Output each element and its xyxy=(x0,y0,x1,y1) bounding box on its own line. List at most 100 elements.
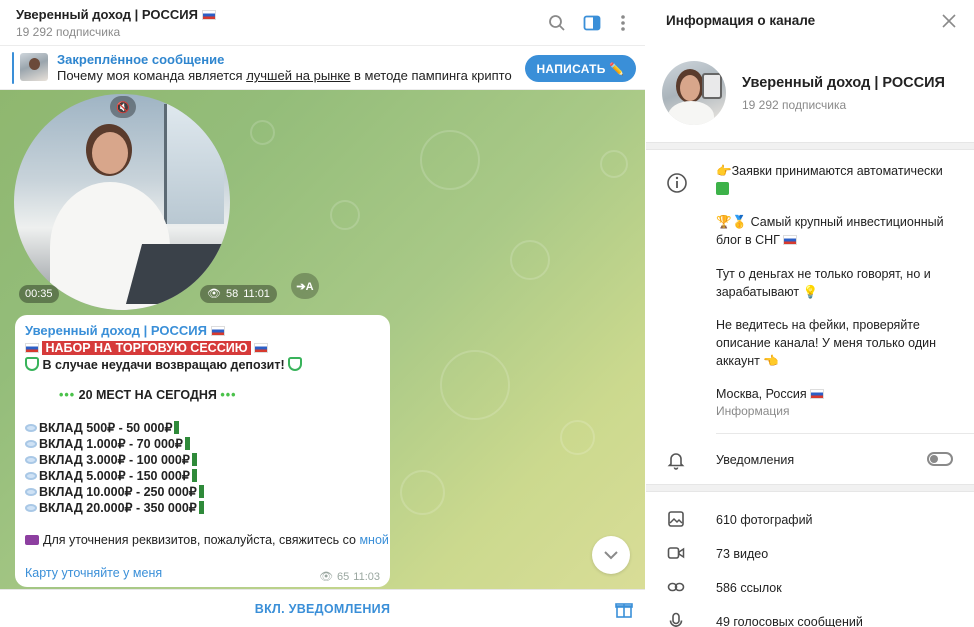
enable-notifications-button[interactable]: ВКЛ. УВЕДОМЛЕНИЯ xyxy=(0,590,645,627)
money-icon xyxy=(184,437,190,450)
ring-icon xyxy=(25,440,37,448)
description-line: зарабатывают 💡 xyxy=(716,285,819,299)
refund-line: В случае неудачи возвращаю депозит! xyxy=(25,357,303,372)
shield-icon xyxy=(288,357,303,371)
video-icon xyxy=(667,547,685,559)
money-icon xyxy=(198,485,204,498)
chat-subscribers: 19 292 подписчика xyxy=(16,25,121,39)
money-icon xyxy=(191,453,197,466)
media-voice-label: 49 голосовых сообщений xyxy=(716,615,863,627)
card-link[interactable]: Карту уточняйте у меня xyxy=(25,566,162,580)
pinned-title: Закреплённое сообщение xyxy=(57,52,225,67)
message-bubble[interactable]: Уверенный доход | РОССИЯ НАБОР НА ТОРГОВ… xyxy=(15,315,390,587)
channel-avatar[interactable] xyxy=(662,61,726,125)
translate-button[interactable]: ➔A xyxy=(291,273,319,299)
pinned-thumbnail xyxy=(20,53,48,81)
description-line: Не ведитесь на фейки, проверяйте xyxy=(716,318,920,332)
russia-flag-icon xyxy=(25,343,39,353)
toggle-knob xyxy=(930,455,938,463)
contact-line: Для уточнения реквизитов, пожалуйста, св… xyxy=(25,533,389,547)
media-photos-label: 610 фотографий xyxy=(716,513,813,527)
chat-title[interactable]: Уверенный доход | РОССИЯ xyxy=(16,7,216,22)
video-message[interactable] xyxy=(14,94,230,310)
russia-flag-icon xyxy=(254,343,269,353)
sidebar-toggle-icon[interactable] xyxy=(580,11,604,35)
checkmark-icon xyxy=(716,180,729,199)
shield-icon xyxy=(25,357,39,371)
divider xyxy=(716,433,974,434)
russia-flag-icon xyxy=(201,10,216,20)
photo-icon xyxy=(668,511,684,527)
ring-icon xyxy=(25,472,37,480)
media-links-row[interactable]: 586 ссылок xyxy=(646,570,974,604)
deposit-item: ВКЛАД 10.000₽ - 250 000₽ xyxy=(25,484,204,499)
mute-icon[interactable]: 🔇 xyxy=(110,96,136,118)
divider xyxy=(646,142,974,150)
video-duration: 00:35 xyxy=(19,285,59,303)
write-button[interactable]: НАПИСАТЬ ✏️ xyxy=(525,55,636,82)
pointing-hand-icon: 👈 xyxy=(763,354,779,368)
notifications-label: Уведомления xyxy=(716,453,795,467)
ring-icon xyxy=(25,456,37,464)
ring-icon xyxy=(25,488,37,496)
search-icon[interactable] xyxy=(545,11,569,35)
info-icon xyxy=(667,173,687,193)
gift-icon[interactable] xyxy=(615,600,633,618)
video-views: 58 xyxy=(225,288,239,300)
trophy-icon: 🏆 xyxy=(716,215,732,229)
russia-flag-icon xyxy=(783,235,798,245)
pointing-hand-icon: 👉 xyxy=(716,164,732,178)
media-photos-row[interactable]: 610 фотографий xyxy=(646,502,974,536)
dots-icon: ••• xyxy=(59,388,76,402)
money-icon xyxy=(191,469,197,482)
money-icon xyxy=(198,501,204,514)
message-views: 65 xyxy=(337,570,350,583)
divider xyxy=(646,484,974,492)
media-voice-row[interactable]: 49 голосовых сообщений xyxy=(646,604,974,627)
ring-icon xyxy=(25,504,37,512)
channel-subscribers: 19 292 подписчика xyxy=(742,98,847,112)
deposit-item: ВКЛАД 5.000₽ - 150 000₽ xyxy=(25,468,197,483)
headline: НАБОР НА ТОРГОВУЮ СЕССИЮ xyxy=(42,341,251,355)
eye-icon: 👁 xyxy=(207,288,221,300)
lightbulb-icon: 💡 xyxy=(802,285,819,299)
message-time: 11:03 xyxy=(353,570,380,583)
media-videos-row[interactable]: 73 видео xyxy=(646,536,974,570)
video-meta: 👁 58 11:01 xyxy=(200,285,277,303)
more-options-icon[interactable] xyxy=(611,11,635,35)
description-line: Тут о деньгах не только говорят, но и xyxy=(716,267,931,281)
pinned-accent-bar xyxy=(12,52,14,84)
media-videos-label: 73 видео xyxy=(716,547,769,561)
contact-link[interactable]: мной xyxy=(359,533,388,547)
channel-info-panel: Информация о канале Уверенный доход | РО… xyxy=(646,0,974,627)
bell-icon xyxy=(667,453,685,470)
deposit-item: ВКЛАД 20.000₽ - 350 000₽ xyxy=(25,500,204,515)
deposit-item: ВКЛАД 3.000₽ - 100 000₽ xyxy=(25,452,197,467)
russia-flag-icon xyxy=(810,389,825,399)
description-caption: Информация xyxy=(716,404,790,418)
bottom-bar: ВКЛ. УВЕДОМЛЕНИЯ xyxy=(0,589,645,627)
medal-icon: 🥇 xyxy=(731,215,748,229)
description-line: Москва, Россия xyxy=(716,385,825,404)
eye-icon: 👁 xyxy=(319,571,334,583)
dots-icon: ••• xyxy=(220,388,237,402)
description-line: аккаунт 👈 xyxy=(716,354,779,368)
chevron-down-icon xyxy=(604,551,618,560)
deposit-item: ВКЛАД 500₽ - 50 000₽ xyxy=(25,420,180,435)
description-line: описание канала! У меня только один xyxy=(716,336,937,350)
description-line: блог в СНГ xyxy=(716,231,798,250)
message-author[interactable]: Уверенный доход | РОССИЯ xyxy=(25,323,225,338)
ring-icon xyxy=(25,424,37,432)
deposit-item: ВКЛАД 1.000₽ - 70 000₽ xyxy=(25,436,190,451)
description-line: 👉Заявки принимаются автоматически xyxy=(716,164,943,178)
description-line: 🏆🥇 Самый крупный инвестиционный xyxy=(716,215,944,229)
notifications-toggle[interactable] xyxy=(927,452,953,466)
scroll-down-button[interactable] xyxy=(592,536,630,574)
chat-pane: Уверенный доход | РОССИЯ 19 292 подписчи… xyxy=(0,0,645,627)
chat-header[interactable]: Уверенный доход | РОССИЯ 19 292 подписчи… xyxy=(0,0,645,46)
link-icon xyxy=(667,582,685,592)
info-header: Информация о канале xyxy=(666,13,816,28)
card-icon xyxy=(25,535,39,545)
close-icon[interactable] xyxy=(940,12,958,30)
message-meta: 👁 65 11:03 xyxy=(319,570,380,584)
